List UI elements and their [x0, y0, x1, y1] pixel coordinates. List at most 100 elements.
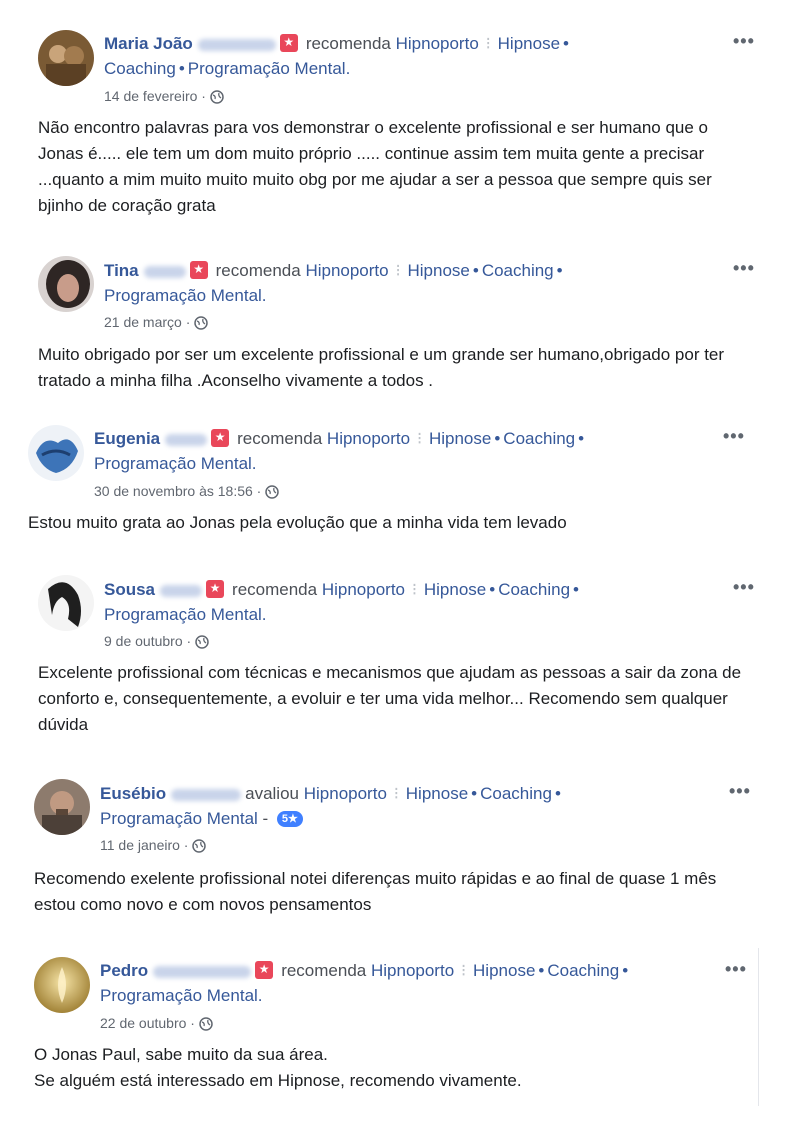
category-hipnose[interactable]: Hipnose [429, 429, 491, 448]
review-date[interactable]: 14 de fevereiro · [104, 87, 224, 108]
category-programacao[interactable]: Programação Mental. [104, 605, 267, 624]
review-header: Eusébio avaliou Hipnoporto ⁝ Hipnose • Coac… [100, 784, 561, 828]
bullet: • [472, 261, 479, 280]
bullet: • [573, 580, 579, 599]
reviewer-name[interactable]: Sousa [104, 580, 155, 599]
category-hipnose[interactable]: Hipnose [407, 261, 469, 280]
bullet: • [554, 784, 561, 803]
action-text: avaliou [245, 784, 299, 803]
recommend-icon [206, 580, 225, 598]
more-options-icon[interactable]: ••• [733, 259, 755, 277]
review-date[interactable]: 21 de março · [104, 313, 209, 334]
action-text: recomenda [281, 961, 367, 980]
recommend-icon [189, 261, 208, 279]
reviewer-name[interactable]: Pedro [100, 961, 148, 980]
globe-icon [199, 1017, 213, 1035]
review-header: Tinarecomenda Hipnoporto ⁝ Hipnose•Coach… [104, 258, 704, 308]
date-text: 9 de outubro [104, 633, 183, 649]
recommend-icon [255, 961, 274, 979]
reviewer-name[interactable]: Eugenia [94, 429, 160, 448]
review-header: Eugeniarecomenda Hipnoporto ⁝ Hipnose•Co… [94, 426, 694, 476]
avatar[interactable] [38, 256, 94, 312]
review-text: O Jonas Paul, sabe muito da sua área. Se… [34, 1042, 754, 1094]
date-text: 30 de novembro às 18:56 [94, 483, 253, 499]
date-text: 11 de janeiro [100, 837, 180, 853]
category-coaching[interactable]: Coaching [104, 59, 176, 78]
review-text: Excelente profissional com técnicas e me… [38, 663, 742, 734]
more-options-icon[interactable]: ••• [733, 578, 755, 596]
avatar[interactable] [38, 575, 94, 631]
action-text: recomenda [305, 34, 391, 53]
separator: ⁝ [411, 580, 418, 599]
recommend-icon [211, 429, 230, 447]
date-text: 22 de outubro [100, 1015, 187, 1031]
review-date[interactable]: 22 de outubro · [100, 1014, 213, 1035]
bullet: • [538, 961, 545, 980]
reviewer-name[interactable]: Eusébio [100, 784, 166, 803]
bullet: • [494, 429, 501, 448]
separator: ⁝ [485, 34, 491, 53]
blurred-surname [165, 433, 208, 446]
action-text: recomenda [232, 580, 318, 599]
bullet: • [471, 784, 478, 803]
blurred-surname [143, 265, 186, 278]
action-text: recomenda [215, 261, 301, 280]
page-link[interactable]: Hipnoporto [371, 961, 454, 980]
category-coaching[interactable]: Coaching [547, 961, 619, 980]
category-coaching[interactable]: Coaching [503, 429, 575, 448]
page-link[interactable]: Hipnoporto [322, 580, 405, 599]
review-text: Muito obrigado por ser um excelente prof… [38, 345, 725, 390]
blurred-surname [171, 788, 242, 801]
page-link[interactable]: Hipnoporto [305, 261, 388, 280]
globe-icon [265, 485, 280, 503]
separator: ⁝ [416, 429, 423, 448]
category-hipnose[interactable]: Hipnose [473, 961, 535, 980]
globe-icon [194, 316, 209, 334]
category-programacao[interactable]: Programação Mental. [100, 986, 263, 1005]
category-programacao[interactable]: Programação Mental. [188, 59, 351, 78]
category-programacao[interactable]: Programação Mental. [94, 454, 257, 473]
more-options-icon[interactable]: ••• [729, 782, 751, 800]
avatar[interactable] [28, 425, 84, 481]
review-date[interactable]: 30 de novembro às 18:56 · [94, 482, 280, 503]
review-text: Estou muito grata ao Jonas pela evolução… [28, 513, 567, 532]
separator: ⁝ [460, 961, 467, 980]
bullet: • [563, 34, 569, 53]
page-link[interactable]: Hipnoporto [327, 429, 410, 448]
date-text: 21 de março [104, 314, 182, 330]
date-text: 14 de fevereiro [104, 88, 198, 104]
bullet: • [622, 961, 629, 980]
review-date[interactable]: 11 de janeiro · [100, 836, 207, 857]
category-hipnose[interactable]: Hipnose [424, 580, 486, 599]
category-hipnose[interactable]: Hipnose [406, 784, 468, 803]
category-coaching[interactable]: Coaching [480, 784, 552, 803]
category-coaching[interactable]: Coaching [498, 580, 570, 599]
avatar[interactable] [34, 957, 90, 1013]
avatar[interactable] [38, 30, 94, 86]
bullet: • [556, 261, 563, 280]
review-text: Recomendo exelente profissional notei di… [34, 869, 717, 914]
page-link[interactable]: Hipnoporto [396, 34, 479, 53]
category-programacao[interactable]: Programação Mental. [104, 286, 267, 305]
more-options-icon[interactable]: ••• [725, 960, 747, 978]
category-hipnose[interactable]: Hipnose [498, 34, 560, 53]
more-options-icon[interactable]: ••• [723, 427, 745, 445]
reviewer-name[interactable]: Tina [104, 261, 139, 280]
bullet: • [178, 59, 185, 78]
globe-icon [192, 839, 207, 857]
page-link[interactable]: Hipnoporto [304, 784, 387, 803]
review-header: Pedrorecomenda Hipnoporto ⁝ Hipnose•Coac… [100, 958, 700, 1008]
blurred-surname [160, 584, 203, 597]
globe-icon [210, 90, 224, 108]
bullet: • [578, 429, 585, 448]
review-date[interactable]: 9 de outubro · [104, 632, 209, 653]
blurred-surname [153, 965, 252, 978]
globe-icon [195, 635, 209, 653]
category-programacao[interactable]: Programação Mental [100, 809, 258, 828]
review-header: Maria João recomenda Hipnoporto ⁝ Hipnose… [104, 31, 704, 81]
more-options-icon[interactable]: ••• [733, 32, 755, 50]
action-text: recomenda [237, 429, 323, 448]
reviewer-name[interactable]: Maria João [104, 34, 193, 53]
category-coaching[interactable]: Coaching [482, 261, 554, 280]
avatar[interactable] [34, 779, 90, 835]
